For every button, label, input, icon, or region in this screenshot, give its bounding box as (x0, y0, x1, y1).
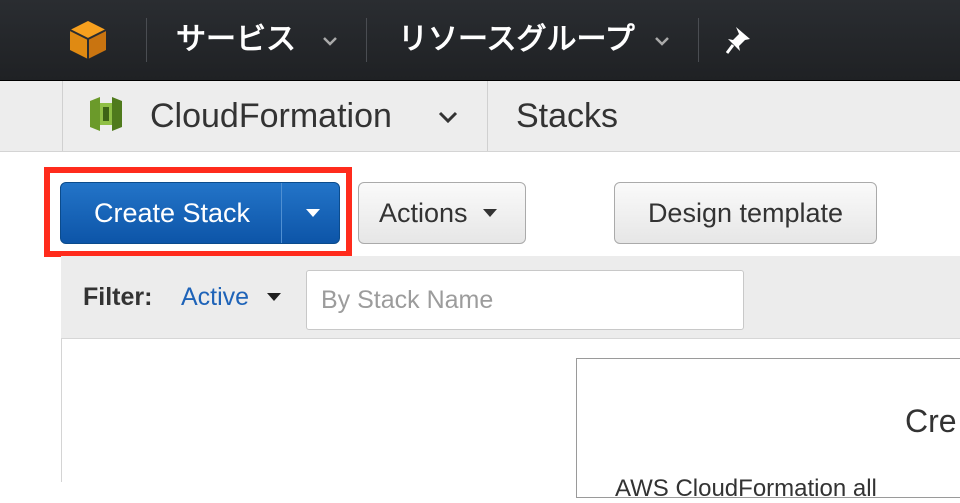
filter-bar: Filter: Active (61, 256, 960, 339)
welcome-title: Cre (905, 403, 957, 439)
subnav-divider (487, 81, 488, 151)
chevron-down-icon (655, 37, 669, 46)
resource-groups-label: リソースグループ (398, 22, 635, 57)
chevron-down-icon (323, 37, 337, 46)
caret-down-icon (483, 209, 497, 217)
nav-divider (146, 18, 147, 62)
resource-groups-menu[interactable]: リソースグループ (398, 0, 635, 80)
design-template-button[interactable]: Design template (614, 182, 877, 244)
services-label: サービス (176, 22, 296, 57)
nav-divider (698, 18, 699, 62)
pin-icon[interactable] (726, 25, 754, 55)
cloudformation-icon (90, 97, 122, 131)
actions-label: Actions (379, 198, 468, 228)
service-name-menu[interactable]: CloudFormation (150, 81, 392, 151)
status-filter-value: Active (181, 283, 250, 311)
filter-label: Filter: (83, 283, 153, 311)
aws-cube-icon[interactable] (66, 18, 110, 62)
top-navigation-bar: サービス リソースグループ (0, 0, 960, 81)
breadcrumb-stacks[interactable]: Stacks (516, 81, 618, 151)
service-header-bar: CloudFormation Stacks (0, 81, 960, 152)
welcome-box: Cre AWS CloudFormation all (576, 358, 960, 502)
subnav-divider (62, 81, 63, 151)
status-filter-dropdown[interactable]: Active (181, 256, 281, 338)
service-name: CloudFormation (150, 97, 392, 135)
welcome-description: AWS CloudFormation all (615, 475, 877, 502)
stack-name-search-input[interactable] (306, 270, 744, 330)
chevron-down-icon[interactable] (438, 111, 458, 123)
caret-down-icon (267, 293, 281, 301)
nav-divider (366, 18, 367, 62)
highlight-box (44, 167, 352, 257)
services-menu[interactable]: サービス (176, 0, 296, 80)
actions-button[interactable]: Actions (358, 182, 526, 244)
